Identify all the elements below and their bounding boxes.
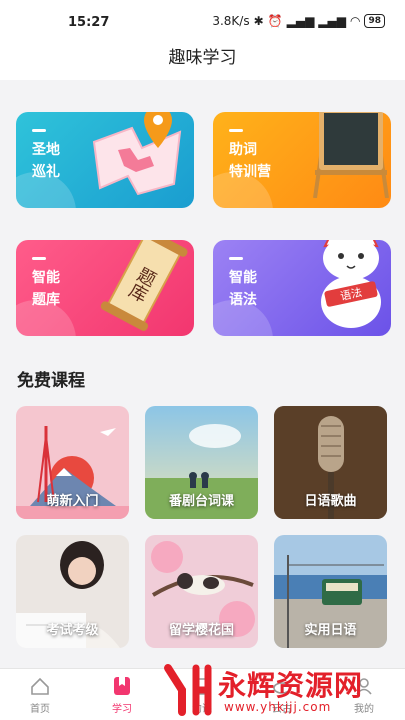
blackboard-icon <box>313 112 389 198</box>
status-icons: 3.8K/s ✱ ⏰ ▂▄▆ ▂▄▆ ◠ 98 <box>212 14 385 28</box>
card-label-line1: 智能 <box>32 270 60 286</box>
card-label-line1: 智能 <box>229 270 257 286</box>
card-label-line2: 特训营 <box>229 164 271 180</box>
wifi-icon: ◠ <box>349 14 361 28</box>
course-card-beginner[interactable]: 萌新入门 <box>16 406 129 519</box>
battery-icon: 98 <box>364 14 385 28</box>
free-courses-title: 免费课程 <box>17 371 85 391</box>
watermark: 永辉资源网 www.yhkjjj.com <box>160 660 390 718</box>
card-dash <box>229 257 243 260</box>
course-title: 番剧台词课 <box>168 494 234 509</box>
feature-card-particle-camp[interactable]: 助词 特训营 <box>213 112 391 208</box>
course-card-study-abroad[interactable]: 留学樱花国 <box>145 535 258 648</box>
tab-label: 首页 <box>30 704 50 715</box>
hd-signal-icon: ▂▄▆ <box>318 14 346 28</box>
course-title: 实用日语 <box>304 623 357 638</box>
network-speed: 3.8K/s <box>212 14 250 28</box>
course-card-songs[interactable]: 日语歌曲 <box>274 406 387 519</box>
course-card-anime-lines[interactable]: 番剧台词课 <box>145 406 258 519</box>
course-title: 日语歌曲 <box>304 494 357 509</box>
course-title: 萌新入门 <box>46 494 99 509</box>
scroll-icon: 题库 <box>100 240 188 331</box>
tab-home[interactable]: 首页 <box>10 675 70 715</box>
tab-study[interactable]: 学习 <box>92 675 152 715</box>
bluetooth-icon: ✱ <box>253 14 264 28</box>
card-dash <box>32 129 46 132</box>
home-icon <box>31 677 49 695</box>
alarm-icon: ⏰ <box>267 14 283 28</box>
feature-card-question-bank[interactable]: 智能 题库 题库 <box>16 240 194 336</box>
course-title: 考试考级 <box>46 623 99 638</box>
feature-card-pilgrimage[interactable]: 圣地 巡礼 <box>16 112 194 208</box>
bookmark-icon <box>114 677 130 695</box>
card-dash <box>229 129 243 132</box>
card-label-line1: 圣地 <box>32 142 60 158</box>
status-bar: 15:27 3.8K/s ✱ ⏰ ▂▄▆ ▂▄▆ ◠ 98 <box>0 0 405 40</box>
card-label-line2: 题库 <box>32 292 60 308</box>
hd-signal-icon: ▂▄▆ <box>286 14 315 28</box>
watermark-logo-icon <box>164 664 212 716</box>
page-header: 趣味学习 <box>0 40 405 80</box>
feature-card-grammar[interactable]: 智能 语法 语法 <box>213 240 391 336</box>
card-dash <box>32 257 46 260</box>
status-time: 15:27 <box>68 15 110 30</box>
lucky-cat-icon: 语法 <box>321 240 381 328</box>
map-pin-icon <box>92 112 182 196</box>
course-card-practical[interactable]: 实用日语 <box>274 535 387 648</box>
course-title: 留学樱花国 <box>168 623 234 638</box>
course-card-exam[interactable]: 考试考级 <box>16 535 129 648</box>
card-label-line2: 语法 <box>229 292 257 308</box>
watermark-text: 永辉资源网 <box>218 669 364 702</box>
tab-label: 学习 <box>112 704 132 715</box>
watermark-url: www.yhkjjj.com <box>224 700 332 714</box>
card-label-line1: 助词 <box>229 142 257 158</box>
card-label-line2: 巡礼 <box>32 164 60 180</box>
page-title: 趣味学习 <box>168 48 237 68</box>
